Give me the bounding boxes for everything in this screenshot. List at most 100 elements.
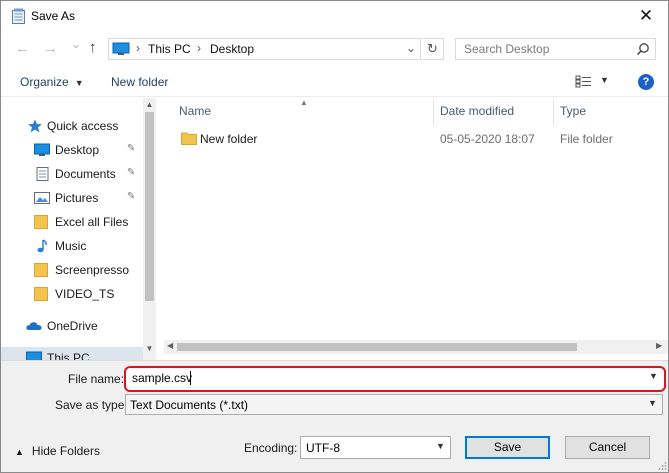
resize-grip-icon[interactable] — [657, 461, 667, 471]
scroll-thumb[interactable] — [145, 112, 154, 301]
folder-icon — [34, 215, 48, 229]
save-as-type-value: Text Documents (*.txt) — [130, 398, 249, 412]
refresh-button[interactable]: ↻ — [422, 38, 444, 60]
forward-button[interactable]: → — [43, 40, 58, 57]
hide-folders-label: Hide Folders — [31, 444, 100, 458]
command-toolbar: Organize ▼ New folder ▼ — [1, 67, 668, 97]
file-type: File folder — [560, 132, 613, 146]
save-as-type-label: Save as type: — [55, 398, 128, 412]
caret-down-icon: ▼ — [74, 78, 84, 88]
sidebar-item-documents[interactable]: Documents ✎ — [1, 163, 143, 185]
desktop-icon — [34, 143, 50, 156]
sidebar-item-label: OneDrive — [47, 319, 98, 333]
sidebar-item-label: Music — [55, 239, 87, 253]
save-as-dialog: Save As ✕ ← → ⌄ ↑ › This PC › Desktop ⌄ … — [0, 0, 669, 473]
sidebar-item-label: Documents — [55, 167, 116, 181]
organize-menu-button[interactable]: Organize ▼ — [20, 75, 84, 89]
sort-ascending-icon: ▲ — [300, 98, 308, 107]
sidebar-item-excel-all-files[interactable]: Excel all Files — [1, 211, 143, 233]
column-header-type[interactable]: Type — [560, 104, 586, 118]
sidebar-item-label: Excel all Files — [55, 215, 129, 229]
search-placeholder: Search Desktop — [464, 42, 550, 56]
sidebar-item-label: VIDEO_TS — [55, 287, 115, 301]
chevron-down-icon[interactable]: ▼ — [648, 398, 657, 408]
sidebar-item-screenpresso[interactable]: Screenpresso — [1, 259, 143, 281]
documents-icon — [36, 167, 49, 181]
sidebar-item-label: Pictures — [55, 191, 99, 205]
file-name-label: File name: — [68, 372, 125, 386]
column-header-date-modified[interactable]: Date modified — [440, 104, 514, 118]
column-divider[interactable] — [553, 98, 554, 126]
text-cursor — [190, 371, 191, 385]
view-dropdown-icon[interactable]: ▼ — [600, 75, 609, 85]
view-options-icon[interactable] — [575, 75, 592, 88]
pc-icon — [26, 351, 42, 360]
address-segment-desktop[interactable]: Desktop — [210, 42, 254, 56]
organize-label: Organize — [20, 75, 69, 89]
navigation-scrollbar[interactable]: ▲ ▼ — [143, 98, 156, 360]
sidebar-item-video-ts[interactable]: VIDEO_TS — [1, 283, 143, 305]
encoding-value: UTF-8 — [306, 441, 340, 455]
encoding-label: Encoding: — [244, 441, 298, 455]
sidebar-item-label: Desktop — [55, 143, 100, 157]
file-name-value[interactable]: sample.csv — [132, 371, 192, 385]
search-input[interactable]: Search Desktop — [455, 38, 656, 60]
pc-icon — [112, 42, 130, 55]
encoding-select[interactable]: UTF-8 ▼ — [300, 436, 451, 459]
scroll-up-icon[interactable]: ▲ — [143, 100, 156, 109]
dialog-title: Save As — [31, 9, 76, 23]
help-button[interactable]: ? — [638, 74, 654, 90]
chevron-down-icon[interactable]: ▼ — [436, 441, 445, 451]
pictures-icon — [34, 192, 50, 204]
column-divider[interactable] — [433, 98, 434, 126]
folder-icon — [34, 263, 48, 277]
new-folder-button[interactable]: New folder — [111, 75, 168, 89]
sidebar-item-pictures[interactable]: Pictures ✎ — [1, 187, 143, 209]
sidebar-item-quick-access[interactable]: Quick access — [1, 115, 143, 137]
sidebar-item-music[interactable]: Music — [1, 235, 143, 257]
sidebar-item-label: Quick access — [47, 119, 119, 133]
pin-icon: ✎ — [127, 191, 136, 202]
file-list-scrollbar[interactable]: ◀ ▶ — [164, 340, 668, 354]
scroll-thumb[interactable] — [177, 343, 577, 351]
sidebar-item-label: This PC — [47, 351, 90, 360]
file-name-field[interactable]: sample.csv ▼ — [124, 366, 666, 392]
chevron-up-icon: ▲ — [15, 447, 24, 457]
music-icon — [37, 239, 47, 253]
scroll-right-icon[interactable]: ▶ — [656, 341, 662, 350]
address-separator[interactable]: › — [197, 41, 201, 55]
sidebar-item-label: Screenpresso — [55, 263, 130, 277]
search-icon — [636, 43, 649, 56]
address-bar[interactable]: › This PC › Desktop ⌄ — [108, 38, 421, 60]
sidebar-item-desktop[interactable]: Desktop ✎ — [1, 139, 143, 161]
chevron-down-icon[interactable]: ▼ — [649, 371, 658, 381]
file-name: New folder — [200, 132, 258, 146]
sidebar-item-this-pc[interactable]: This PC — [1, 347, 143, 360]
chevron-down-icon[interactable]: ⌄ — [406, 41, 416, 55]
save-button[interactable]: Save — [465, 436, 550, 459]
sidebar-item-onedrive[interactable]: OneDrive — [1, 315, 143, 337]
recent-locations-button[interactable]: ⌄ — [71, 37, 81, 51]
up-button[interactable]: ↑ — [89, 39, 97, 56]
scroll-down-icon[interactable]: ▼ — [143, 344, 156, 353]
hide-folders-button[interactable]: ▲ Hide Folders — [15, 444, 100, 458]
column-header-name[interactable]: Name — [179, 104, 211, 118]
back-button[interactable]: ← — [15, 40, 30, 57]
address-separator[interactable]: › — [136, 41, 140, 55]
star-icon — [28, 119, 42, 133]
address-segment-this-pc[interactable]: This PC — [148, 42, 191, 56]
save-as-type-select[interactable]: Text Documents (*.txt) ▼ — [125, 394, 663, 415]
navigation-pane: Quick access Desktop ✎ Documents ✎ Pictu… — [1, 98, 157, 360]
close-button[interactable]: ✕ — [629, 3, 663, 29]
pin-icon: ✎ — [127, 167, 136, 178]
notepad-icon — [12, 8, 25, 24]
table-row[interactable]: New folder 05-05-2020 18:07 File folder — [172, 128, 662, 150]
folder-icon — [181, 132, 197, 145]
folder-icon — [34, 287, 48, 301]
pin-icon: ✎ — [127, 143, 136, 154]
cloud-icon — [26, 322, 42, 330]
file-date-modified: 05-05-2020 18:07 — [440, 132, 535, 146]
title-bar: Save As ✕ — [1, 1, 668, 31]
scroll-left-icon[interactable]: ◀ — [167, 341, 173, 350]
cancel-button[interactable]: Cancel — [565, 436, 650, 459]
